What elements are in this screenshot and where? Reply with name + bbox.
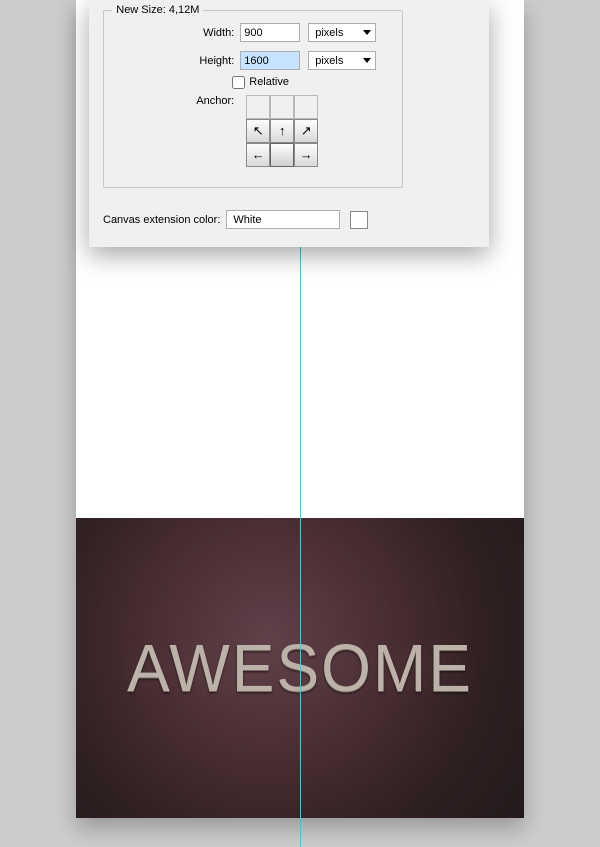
arrow-nw-icon: ↖ bbox=[253, 124, 264, 137]
extension-color-swatch[interactable] bbox=[350, 211, 368, 229]
anchor-cell-7[interactable]: ← bbox=[246, 143, 270, 167]
anchor-row: Anchor: ↖ ↑ ↗ ← → bbox=[112, 95, 394, 167]
extension-color-row: Canvas extension color: White bbox=[103, 210, 368, 229]
extension-color-value: White bbox=[233, 214, 261, 226]
arrow-e-icon: → bbox=[300, 148, 313, 161]
canvas-size-dialog: New Size: 4,12M Width: pixels Height: pi… bbox=[89, 0, 489, 247]
anchor-cell-9[interactable]: → bbox=[294, 143, 318, 167]
width-units-value: pixels bbox=[315, 27, 343, 39]
anchor-cell-2[interactable] bbox=[270, 95, 294, 119]
height-label: Height: bbox=[112, 55, 240, 67]
anchor-cell-5[interactable]: ↑ bbox=[270, 119, 294, 143]
anchor-cell-6[interactable]: ↗ bbox=[294, 119, 318, 143]
anchor-cell-1[interactable] bbox=[246, 95, 270, 119]
height-row: Height: pixels bbox=[112, 48, 394, 74]
relative-checkbox[interactable] bbox=[232, 76, 245, 89]
width-units-select[interactable]: pixels bbox=[308, 23, 376, 42]
extension-color-label: Canvas extension color: bbox=[103, 214, 220, 226]
vertical-guide bbox=[300, 247, 301, 847]
arrow-ne-icon: ↗ bbox=[301, 124, 312, 137]
new-size-legend: New Size: 4,12M bbox=[112, 4, 203, 16]
height-input[interactable] bbox=[240, 51, 300, 70]
relative-row: Relative bbox=[232, 76, 394, 89]
anchor-grid: ↖ ↑ ↗ ← → bbox=[246, 95, 318, 167]
width-label: Width: bbox=[112, 27, 240, 39]
anchor-cell-3[interactable] bbox=[294, 95, 318, 119]
width-row: Width: pixels bbox=[112, 20, 394, 46]
new-size-group: New Size: 4,12M Width: pixels Height: pi… bbox=[103, 4, 403, 188]
height-units-select[interactable]: pixels bbox=[308, 51, 376, 70]
arrow-n-icon: ↑ bbox=[279, 124, 286, 137]
anchor-label: Anchor: bbox=[112, 95, 240, 107]
chevron-down-icon bbox=[363, 30, 371, 35]
chevron-down-icon bbox=[363, 58, 371, 63]
width-input[interactable] bbox=[240, 23, 300, 42]
relative-label: Relative bbox=[249, 76, 289, 88]
arrow-w-icon: ← bbox=[252, 148, 265, 161]
anchor-cell-8-selected[interactable] bbox=[270, 143, 294, 167]
extension-color-select[interactable]: White bbox=[226, 210, 340, 229]
anchor-cell-4[interactable]: ↖ bbox=[246, 119, 270, 143]
height-units-value: pixels bbox=[315, 55, 343, 67]
